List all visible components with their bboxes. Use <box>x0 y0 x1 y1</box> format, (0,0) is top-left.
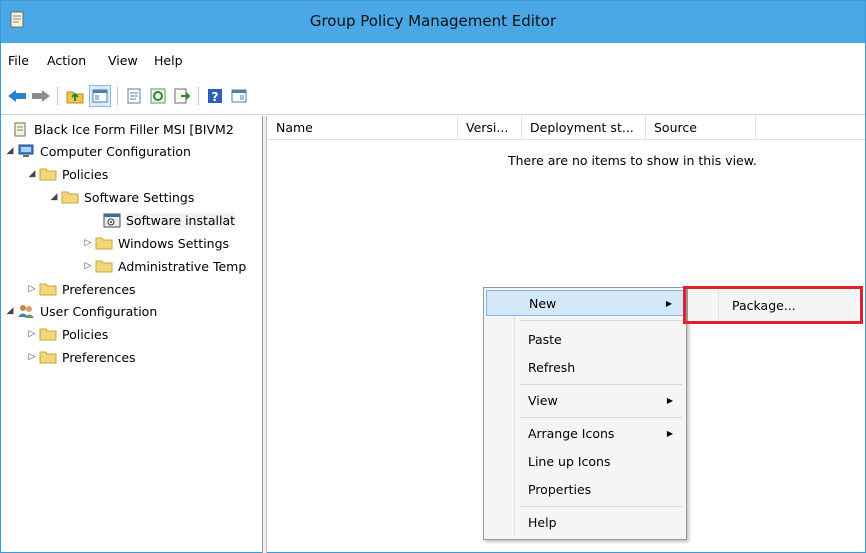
menu-item-label: New <box>529 296 557 311</box>
menu-item-arrange-icons[interactable]: Arrange Icons ▶ <box>486 421 684 447</box>
tree-label: Preferences <box>62 349 136 365</box>
svg-text:?: ? <box>212 90 219 104</box>
expand-arrow-icon[interactable]: ▷ <box>25 346 39 368</box>
menu-item-label: Help <box>528 515 557 530</box>
menu-action[interactable]: Action <box>47 53 86 68</box>
tree-item-administrative-templates[interactable]: ▷ Administrative Temp <box>81 255 247 277</box>
expand-arrow-icon[interactable]: ▷ <box>81 255 95 277</box>
menu-item-label: Refresh <box>528 360 576 375</box>
tree-label: Administrative Temp <box>118 258 247 274</box>
menu-separator <box>520 320 682 321</box>
menu-bar: File Action View Help <box>1 43 865 77</box>
tree-item-user-policies[interactable]: ▷ Policies <box>25 323 109 345</box>
gpo-icon <box>11 121 29 137</box>
pane-splitter[interactable] <box>263 116 267 553</box>
submenu-arrow-icon: ▶ <box>666 429 673 438</box>
menu-item-label: View <box>528 393 558 408</box>
column-header: Name Versi... Deployment st... Source <box>268 116 865 140</box>
help-icon[interactable]: ? <box>204 85 226 107</box>
menu-item-package[interactable]: Package... <box>690 293 862 319</box>
properties-icon[interactable] <box>123 85 145 107</box>
tree-item-preferences[interactable]: ▷ Preferences <box>25 278 136 300</box>
export-list-icon[interactable] <box>171 85 193 107</box>
collapse-arrow-icon[interactable]: ◢ <box>3 140 17 162</box>
up-folder-icon[interactable] <box>64 85 86 107</box>
toolbar-separator <box>198 87 199 105</box>
menu-item-label: Arrange Icons <box>528 426 615 441</box>
tree-label: Policies <box>62 166 109 182</box>
collapse-arrow-icon[interactable]: ◢ <box>47 186 61 208</box>
menu-file[interactable]: File <box>8 53 29 68</box>
tree-label: User Configuration <box>40 303 158 319</box>
menu-item-refresh[interactable]: Refresh <box>486 355 684 381</box>
window-title: Group Policy Management Editor <box>309 12 557 30</box>
tree-label: Policies <box>62 326 109 342</box>
menu-item-label: Package... <box>732 298 796 313</box>
submenu-arrow-icon: ▶ <box>665 299 672 308</box>
tree-item-user-preferences[interactable]: ▷ Preferences <box>25 346 136 368</box>
folder-icon <box>39 281 57 297</box>
tree-item-computer-configuration[interactable]: ◢ Computer Configuration <box>3 140 191 162</box>
toolbar: ? <box>1 77 865 115</box>
tree-item-software-settings[interactable]: ◢ Software Settings <box>47 186 195 208</box>
tree-item-policies[interactable]: ◢ Policies <box>25 163 109 185</box>
menu-item-help[interactable]: Help <box>486 510 684 536</box>
folder-icon <box>61 189 79 205</box>
column-version[interactable]: Versi... <box>458 116 522 140</box>
tree-label: Software installat <box>126 212 236 228</box>
menu-help[interactable]: Help <box>154 53 183 68</box>
expand-arrow-icon[interactable]: ▷ <box>25 278 39 300</box>
folder-icon <box>39 349 57 365</box>
refresh-icon[interactable] <box>147 85 169 107</box>
folder-icon <box>95 258 113 274</box>
collapse-arrow-icon[interactable]: ◢ <box>3 300 17 322</box>
expand-arrow-icon[interactable]: ▷ <box>81 232 95 254</box>
submenu-arrow-icon: ▶ <box>666 396 673 405</box>
menu-item-view[interactable]: View ▶ <box>486 388 684 414</box>
folder-icon <box>39 166 57 182</box>
forward-icon[interactable] <box>30 85 52 107</box>
tree-item-software-installation[interactable]: Software installat <box>103 209 236 231</box>
folder-icon <box>39 326 57 342</box>
computer-icon <box>17 143 35 159</box>
show-hide-tree-icon[interactable] <box>89 85 111 107</box>
back-icon[interactable] <box>6 85 28 107</box>
menu-view[interactable]: View <box>108 53 138 68</box>
tree-item-windows-settings[interactable]: ▷ Windows Settings <box>81 232 230 254</box>
menu-separator <box>520 417 682 418</box>
menu-item-line-up-icons[interactable]: Line up Icons <box>486 449 684 475</box>
menu-item-label: Properties <box>528 482 592 497</box>
menu-item-paste[interactable]: Paste <box>486 327 684 353</box>
menu-item-label: Paste <box>528 332 562 347</box>
users-icon <box>17 303 35 319</box>
tree-label: Preferences <box>62 281 136 297</box>
menu-separator <box>520 384 682 385</box>
console-tree: Black Ice Form Filler MSI [BIVM2 ◢ Compu… <box>1 116 263 553</box>
column-source[interactable]: Source <box>646 116 756 140</box>
toolbar-separator <box>57 87 58 105</box>
tree-item-user-configuration[interactable]: ◢ User Configuration <box>3 300 158 322</box>
gpme-window: Group Policy Management Editor File Acti… <box>0 0 866 553</box>
expand-arrow-icon[interactable]: ▷ <box>25 323 39 345</box>
empty-message: There are no items to show in this view. <box>508 153 757 168</box>
menu-item-new[interactable]: New ▶ <box>486 290 684 316</box>
tree-root[interactable]: Black Ice Form Filler MSI [BIVM2 <box>11 118 234 140</box>
folder-icon <box>95 235 113 251</box>
tree-root-label: Black Ice Form Filler MSI [BIVM2 <box>34 121 234 137</box>
menu-item-properties[interactable]: Properties <box>486 477 684 503</box>
tree-label: Software Settings <box>84 189 195 205</box>
new-submenu: Package... <box>687 287 863 323</box>
column-name[interactable]: Name <box>268 116 458 140</box>
toolbar-separator <box>117 87 118 105</box>
tree-label: Computer Configuration <box>40 143 191 159</box>
show-action-pane-icon[interactable] <box>228 85 250 107</box>
column-deployment-state[interactable]: Deployment st... <box>522 116 646 140</box>
tree-label: Windows Settings <box>118 235 230 251</box>
menu-separator <box>520 506 682 507</box>
collapse-arrow-icon[interactable]: ◢ <box>25 163 39 185</box>
context-menu: New ▶ Paste Refresh View ▶ Arrange Icons… <box>483 287 687 540</box>
software-installation-icon <box>103 212 121 228</box>
title-bar[interactable]: Group Policy Management Editor <box>1 1 865 43</box>
menu-item-label: Line up Icons <box>528 454 611 469</box>
